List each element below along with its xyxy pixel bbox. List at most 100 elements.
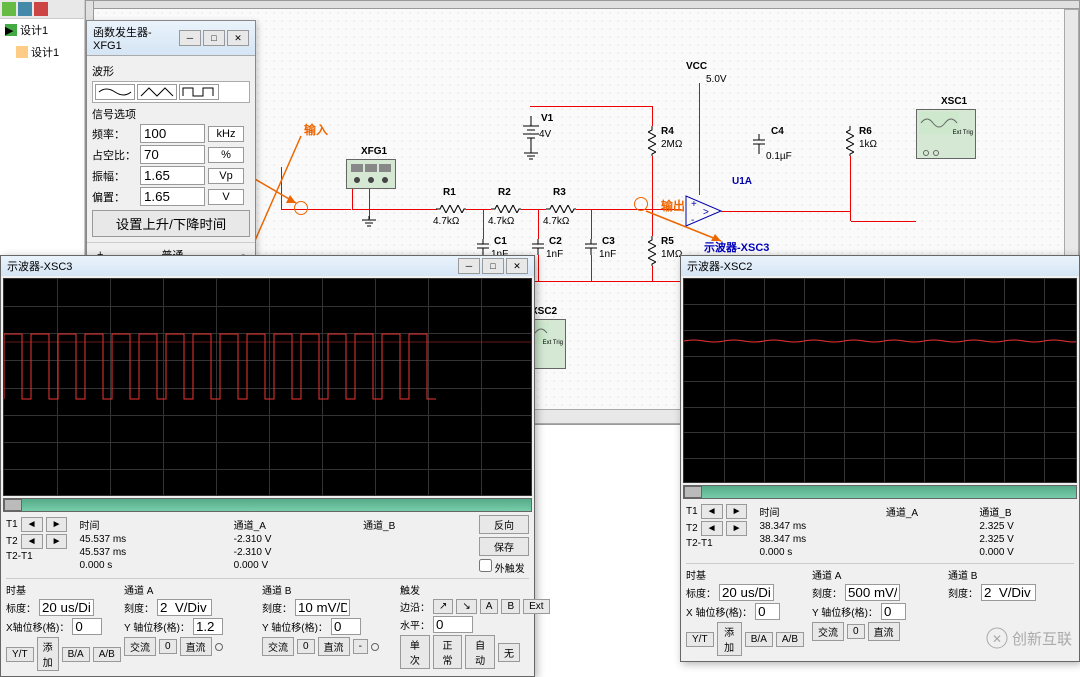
t1-right-button[interactable]: ► <box>46 517 68 532</box>
duty-unit[interactable]: % <box>208 147 244 163</box>
cha-label: 通道 A <box>812 567 940 582</box>
maximize-button[interactable]: □ <box>203 30 225 46</box>
osc2-time-slider[interactable] <box>683 485 1077 499</box>
ab-button[interactable]: A/B <box>93 647 121 662</box>
tree-item-design-root[interactable]: ▶ 设计1 <box>0 19 84 41</box>
t1-right-button[interactable]: ► <box>726 504 748 519</box>
trig-a-button[interactable]: A <box>480 599 499 614</box>
t2-label: T2 <box>6 536 18 547</box>
freq-unit[interactable]: kHz <box>208 126 244 142</box>
close-button[interactable]: ✕ <box>227 30 249 46</box>
oscilloscope-xsc2-window[interactable]: 示波器-XSC2 T1◄► T2◄► T2-T1 时间通道_A通道_B 38.3… <box>680 255 1080 662</box>
t1-time: 38.347 ms <box>755 521 879 532</box>
label-c4: C4 <box>771 126 784 137</box>
minimize-button[interactable]: ─ <box>179 30 201 46</box>
minus-button[interactable]: - <box>353 639 368 654</box>
ac-b-button[interactable]: 交流 <box>262 637 294 656</box>
offset-input[interactable] <box>140 187 205 206</box>
t2-left-button[interactable]: ◄ <box>701 521 723 536</box>
t1-left-button[interactable]: ◄ <box>21 517 43 532</box>
t2-right-button[interactable]: ► <box>726 521 748 536</box>
edge-rise-button[interactable]: ↗ <box>433 599 453 614</box>
sine-wave-button[interactable] <box>95 84 135 100</box>
function-generator-dialog[interactable]: 函数发生器-XFG1 ─ □ ✕ 波形 信号选项 频率：kHz 占空比：% 振幅… <box>86 20 256 285</box>
osc2-titlebar[interactable]: 示波器-XSC2 <box>681 256 1079 276</box>
terminal-icon[interactable] <box>215 643 223 651</box>
cha-scale-input[interactable] <box>845 584 900 601</box>
single-button[interactable]: 单次 <box>400 635 430 669</box>
amp-input[interactable] <box>140 166 205 185</box>
tree-tool-icon[interactable] <box>2 2 16 16</box>
ext-trigger-checkbox[interactable] <box>479 559 492 572</box>
dc-b-button[interactable]: 直流 <box>318 637 350 656</box>
osc3-screen[interactable] <box>3 278 532 496</box>
oscilloscope-xsc3-window[interactable]: 示波器-XSC3 ─ □ ✕ T1◄► T2◄► T2-T1 时间通道_A通道_… <box>0 255 535 677</box>
timebase-input[interactable] <box>719 584 774 601</box>
c4 <box>751 134 767 154</box>
xpos-input[interactable] <box>72 618 102 635</box>
close-button[interactable]: ✕ <box>506 258 528 274</box>
dc-button[interactable]: 直流 <box>868 622 900 641</box>
zero-button[interactable]: 0 <box>159 639 177 654</box>
t2-left-button[interactable]: ◄ <box>21 534 43 549</box>
dc-button[interactable]: 直流 <box>180 637 212 656</box>
chb-scale-label: 刻度： <box>262 600 292 615</box>
chb-scale-input[interactable] <box>981 584 1036 601</box>
add-button[interactable]: 添加 <box>717 622 742 656</box>
label-v1: V1 <box>541 113 553 124</box>
ypos-a-input[interactable] <box>193 618 223 635</box>
ab-button[interactable]: A/B <box>776 632 804 647</box>
ypos-a-input[interactable] <box>881 603 906 620</box>
chb-scale-input[interactable] <box>295 599 350 616</box>
osc3-time-slider[interactable] <box>3 498 532 512</box>
edge-label: 边沿： <box>400 599 430 614</box>
normal-button[interactable]: 正常 <box>433 635 463 669</box>
tree-tool-icon[interactable] <box>18 2 32 16</box>
freq-input[interactable] <box>140 124 205 143</box>
tree-tool-icon[interactable] <box>34 2 48 16</box>
osc3-titlebar[interactable]: 示波器-XSC3 ─ □ ✕ <box>1 256 534 276</box>
triangle-wave-button[interactable] <box>137 84 177 100</box>
tree-item-design-child[interactable]: 设计1 <box>0 41 84 63</box>
yt-button[interactable]: Y/T <box>686 632 714 647</box>
t2-right-button[interactable]: ► <box>46 534 68 549</box>
reverse-button[interactable]: 反向 <box>479 515 529 534</box>
amp-unit[interactable]: Vp <box>208 168 244 184</box>
duty-input[interactable] <box>140 145 205 164</box>
ac-button[interactable]: 交流 <box>124 637 156 656</box>
none-button[interactable]: 无 <box>498 643 520 662</box>
zero-b-button[interactable]: 0 <box>297 639 315 654</box>
xsc1-instrument[interactable]: Ext Trig <box>916 109 976 159</box>
t1-left-button[interactable]: ◄ <box>701 504 723 519</box>
val-c3: 1nF <box>599 249 616 260</box>
square-wave-button[interactable] <box>179 84 219 100</box>
terminal-icon[interactable] <box>371 643 379 651</box>
trig-b-button[interactable]: B <box>501 599 520 614</box>
label-xfg1: XFG1 <box>361 146 387 157</box>
add-button[interactable]: 添加 <box>37 637 59 671</box>
zero-button[interactable]: 0 <box>847 624 865 639</box>
rise-fall-button[interactable]: 设置上升/下降时间 <box>92 210 250 237</box>
xfg1-instrument[interactable] <box>346 159 396 189</box>
tree-toolbar <box>0 0 84 19</box>
offset-unit[interactable]: V <box>208 189 244 205</box>
edge-fall-button[interactable]: ↘ <box>456 599 476 614</box>
scale-label: 标度： <box>6 600 36 615</box>
trig-ext-button[interactable]: Ext <box>523 599 549 614</box>
yt-button[interactable]: Y/T <box>6 647 34 662</box>
xpos-input[interactable] <box>755 603 780 620</box>
auto-button[interactable]: 自动 <box>465 635 495 669</box>
level-input[interactable] <box>433 616 473 633</box>
minimize-button[interactable]: ─ <box>458 258 480 274</box>
ba-button[interactable]: B/A <box>62 647 90 662</box>
ba-button[interactable]: B/A <box>745 632 773 647</box>
design-tree-panel[interactable]: ▶ 设计1 设计1 <box>0 0 85 260</box>
save-button[interactable]: 保存 <box>479 537 529 556</box>
maximize-button[interactable]: □ <box>482 258 504 274</box>
ac-button[interactable]: 交流 <box>812 622 844 641</box>
cha-scale-input[interactable] <box>157 599 212 616</box>
timebase-input[interactable] <box>39 599 94 616</box>
ypos-b-input[interactable] <box>331 618 361 635</box>
dialog-titlebar[interactable]: 函数发生器-XFG1 ─ □ ✕ <box>87 21 255 56</box>
osc2-screen[interactable] <box>683 278 1077 483</box>
